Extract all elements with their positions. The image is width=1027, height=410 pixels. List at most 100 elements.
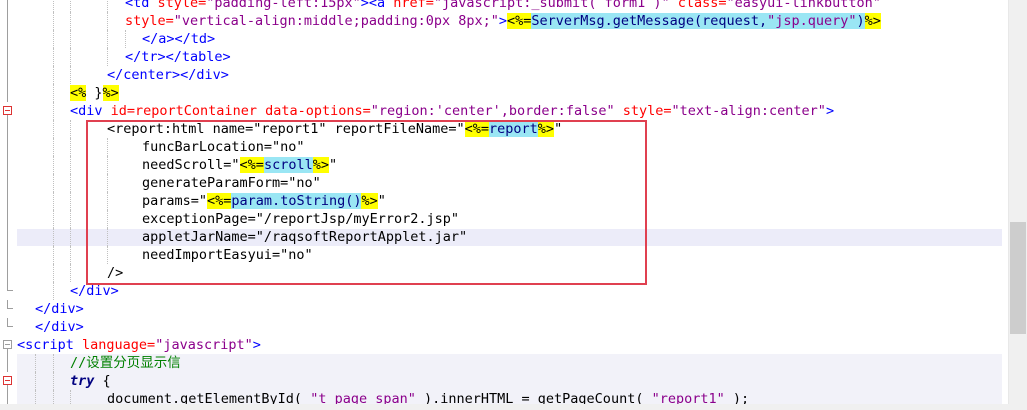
code-line[interactable]: try { bbox=[70, 372, 111, 390]
code-token: <script bbox=[17, 337, 83, 353]
code-token: "javascript" bbox=[155, 337, 253, 353]
fold-line bbox=[0, 84, 16, 102]
code-token: <div bbox=[70, 103, 111, 119]
code-line[interactable]: style="vertical-align:middle;padding:0px… bbox=[125, 12, 881, 30]
code-token: > bbox=[498, 13, 508, 29]
indent-guide bbox=[35, 354, 37, 372]
fold-line bbox=[0, 264, 16, 282]
fold-line bbox=[0, 66, 16, 84]
code-token: ><a bbox=[360, 0, 394, 11]
indent-guide bbox=[53, 120, 55, 138]
code-line[interactable]: <% }%> bbox=[70, 84, 119, 102]
code-token: "easyui-linkbutton" bbox=[726, 0, 881, 11]
indent-guide bbox=[70, 120, 72, 138]
scrollbar-thumb[interactable] bbox=[1010, 222, 1026, 334]
script-block-background bbox=[17, 372, 1002, 390]
indent-guide bbox=[70, 156, 72, 174]
indent-guide bbox=[53, 138, 55, 156]
indent-guide bbox=[53, 228, 55, 246]
code-token: { bbox=[94, 373, 111, 389]
indent-guide bbox=[70, 30, 72, 48]
code-token: language= bbox=[82, 337, 156, 353]
indent-guide bbox=[125, 30, 127, 48]
code-token: data-options= bbox=[256, 103, 371, 119]
code-token: style= bbox=[125, 13, 174, 29]
indent-guide bbox=[70, 228, 72, 246]
indent-guide bbox=[53, 84, 55, 102]
fold-collapse-icon[interactable] bbox=[0, 372, 16, 390]
fold-line bbox=[0, 12, 16, 30]
indent-guide bbox=[53, 0, 55, 12]
fold-end-marker bbox=[0, 282, 16, 300]
code-line[interactable]: <script language="javascript"> bbox=[17, 336, 261, 354]
code-token: try bbox=[70, 373, 95, 389]
code-line[interactable]: </div> bbox=[35, 300, 84, 318]
indent-guide bbox=[53, 66, 55, 84]
indent-guide bbox=[70, 12, 72, 30]
fold-gutter bbox=[0, 0, 16, 410]
indent-guide bbox=[70, 138, 72, 156]
fold-end-marker bbox=[0, 300, 16, 318]
vertical-scrollbar[interactable] bbox=[1009, 0, 1027, 410]
horizontal-scrollbar[interactable] bbox=[0, 404, 1027, 410]
indent-guide bbox=[70, 210, 72, 228]
code-token: href= bbox=[393, 0, 434, 11]
fold-collapse-icon[interactable] bbox=[0, 102, 16, 120]
code-line[interactable]: </a></td> bbox=[142, 30, 215, 48]
fold-line bbox=[0, 246, 16, 264]
code-token: </div> bbox=[35, 319, 84, 335]
fold-line bbox=[0, 156, 16, 174]
code-token: </tr></table> bbox=[125, 49, 231, 65]
indent-guide bbox=[70, 66, 72, 84]
code-token: <% bbox=[70, 85, 87, 101]
indent-guide bbox=[53, 12, 55, 30]
fold-collapse-icon[interactable] bbox=[0, 336, 16, 354]
code-token: %> bbox=[102, 85, 119, 101]
code-token: //设置分页显示信 bbox=[70, 355, 181, 371]
fold-line bbox=[0, 354, 16, 372]
code-token: style= bbox=[157, 0, 207, 11]
indent-guide bbox=[53, 192, 55, 210]
indent-guide bbox=[53, 354, 55, 372]
fold-line bbox=[0, 228, 16, 246]
indent-guide bbox=[53, 174, 55, 192]
indent-guide bbox=[53, 246, 55, 264]
indent-guide bbox=[53, 48, 55, 66]
indent-guide bbox=[35, 372, 37, 390]
fold-end-marker bbox=[0, 318, 16, 336]
code-token: "javascript:_submit( form1 )" bbox=[433, 0, 670, 11]
indent-guide bbox=[53, 102, 55, 120]
indent-guide bbox=[53, 282, 55, 300]
indent-guide bbox=[70, 264, 72, 282]
indent-guide bbox=[53, 30, 55, 48]
code-token: id= bbox=[110, 103, 136, 119]
fold-line bbox=[0, 138, 16, 156]
code-token: "text-align:center" bbox=[671, 103, 826, 119]
indent-guide bbox=[107, 30, 109, 48]
code-token: "jsp.query" bbox=[767, 13, 857, 29]
indent-guide bbox=[53, 372, 55, 390]
indent-guide bbox=[70, 192, 72, 210]
indent-guide bbox=[107, 0, 109, 12]
code-token: </center></div> bbox=[107, 67, 229, 83]
indent-guide bbox=[53, 156, 55, 174]
code-line[interactable]: </tr></table> bbox=[125, 48, 231, 66]
code-token: > bbox=[252, 337, 261, 353]
highlight-box bbox=[86, 120, 647, 285]
indent-guide bbox=[107, 12, 109, 30]
indent-guide bbox=[107, 48, 109, 66]
indent-guide bbox=[53, 264, 55, 282]
code-line[interactable]: <td style="padding-left:15px"><a href="j… bbox=[125, 0, 881, 12]
indent-guide bbox=[70, 174, 72, 192]
code-token: } bbox=[86, 85, 103, 101]
fold-line bbox=[0, 30, 16, 48]
code-token: <td bbox=[125, 0, 158, 11]
code-token: ServerMsg.getMessage(request, bbox=[531, 13, 768, 29]
code-line[interactable]: <div id=reportContainer data-options="re… bbox=[70, 102, 834, 120]
code-line[interactable]: </center></div> bbox=[107, 66, 229, 84]
fold-line bbox=[0, 210, 16, 228]
code-line[interactable]: </div> bbox=[35, 318, 84, 336]
fold-line bbox=[0, 0, 16, 12]
code-line[interactable]: //设置分页显示信 bbox=[70, 354, 181, 372]
code-token: </div> bbox=[35, 301, 84, 317]
